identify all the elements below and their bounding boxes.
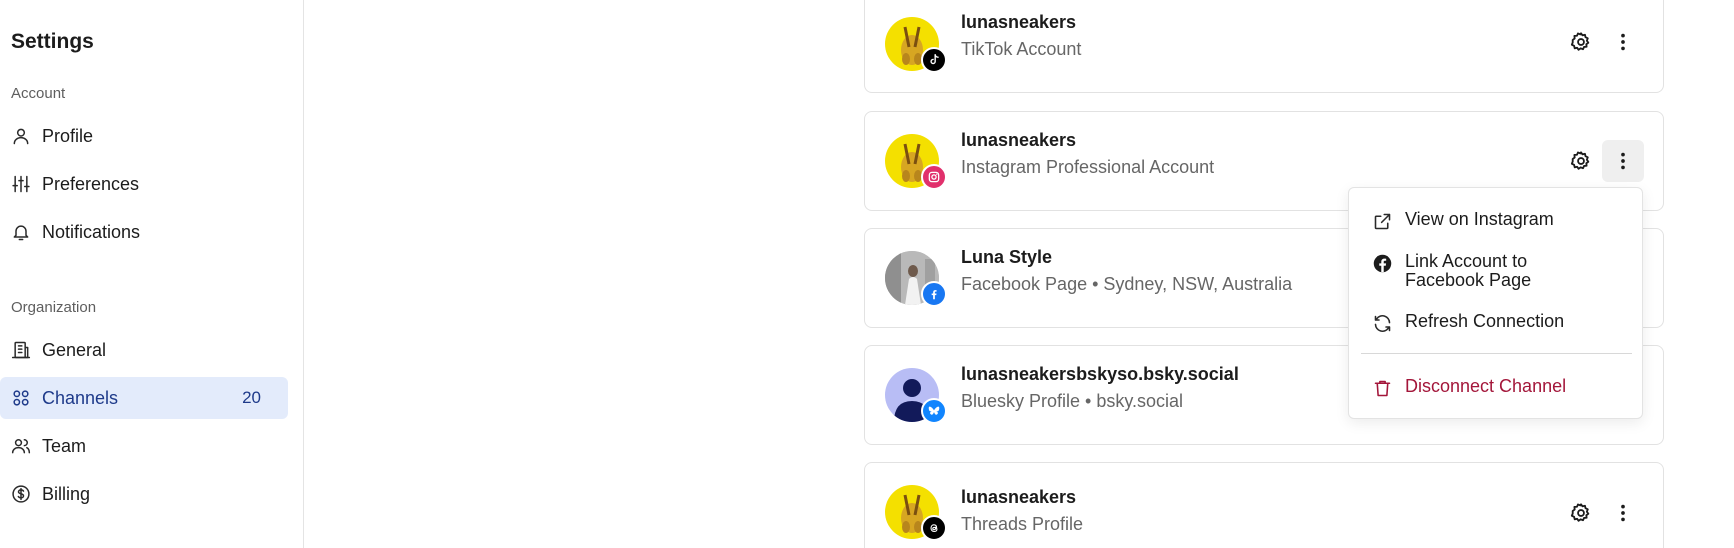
channel-name: lunasneakers [961, 487, 1077, 507]
menu-divider [1361, 353, 1632, 354]
section-label-account: Account [11, 85, 66, 102]
channel-actions-menu: View on Instagram Link Account to Facebo… [1348, 187, 1643, 419]
gear-icon [1570, 151, 1590, 170]
more-vertical-icon [1621, 152, 1625, 170]
sidebar-item-label: General [42, 339, 107, 360]
sliders-icon [11, 174, 31, 194]
channel-more-button[interactable] [1602, 21, 1644, 63]
dollar-circle-icon [11, 484, 31, 504]
gear-icon [1570, 32, 1590, 51]
gear-icon [1570, 503, 1590, 522]
menu-item-label: Link Account to Facebook Page [1405, 251, 1532, 290]
users-icon [11, 436, 31, 456]
sidebar-title: Settings [11, 30, 94, 53]
settings-sidebar: Settings Account Profile Preferences Not… [0, 0, 304, 548]
facebook-icon [1371, 252, 1393, 274]
sidebar-item-label: Billing [42, 483, 91, 504]
instagram-icon [921, 164, 947, 190]
channel-more-button[interactable] [1602, 492, 1644, 534]
channel-card-tiktok: lunasneakers TikTok Account [864, 0, 1664, 93]
grid-icon [11, 388, 31, 408]
sidebar-item-team[interactable]: Team [0, 425, 288, 467]
channel-name: lunasneakersbskyso.bsky.social [961, 364, 1239, 384]
channel-more-button[interactable] [1602, 140, 1644, 182]
channel-subtitle: Bluesky Profile • bsky.social [961, 391, 1184, 411]
avatar [885, 368, 947, 424]
building-icon [11, 340, 31, 360]
avatar [885, 485, 947, 541]
tiktok-icon [921, 47, 947, 73]
sidebar-item-channels[interactable]: Channels 20 [0, 377, 288, 419]
channel-name: Luna Style [961, 247, 1053, 267]
menu-item-disconnect-channel[interactable]: Disconnect Channel [1349, 377, 1644, 399]
sidebar-item-billing[interactable]: Billing [0, 473, 288, 515]
sidebar-item-label: Preferences [42, 173, 140, 194]
avatar [885, 134, 947, 190]
sidebar-item-profile[interactable]: Profile [0, 115, 288, 157]
more-vertical-icon [1621, 504, 1625, 522]
sidebar-item-general[interactable]: General [0, 329, 288, 371]
channel-name: lunasneakers [961, 12, 1077, 32]
channel-settings-button[interactable] [1560, 140, 1602, 182]
facebook-icon [921, 281, 947, 307]
avatar [885, 251, 947, 307]
refresh-icon [1371, 312, 1393, 334]
channel-subtitle: Facebook Page • Sydney, NSW, Australia [961, 274, 1293, 294]
avatar [885, 17, 947, 73]
sidebar-item-label: Notifications [42, 221, 141, 242]
sidebar-item-notifications[interactable]: Notifications [0, 211, 288, 253]
menu-item-refresh-connection[interactable]: Refresh Connection [1349, 312, 1644, 334]
menu-item-label: Disconnect Channel [1405, 376, 1567, 396]
channel-subtitle: Instagram Professional Account [961, 157, 1215, 177]
sidebar-item-label: Profile [42, 125, 94, 146]
channel-settings-button[interactable] [1560, 21, 1602, 63]
sidebar-item-label: Team [42, 435, 87, 456]
channel-subtitle: TikTok Account [961, 39, 1082, 59]
menu-item-link-facebook-page[interactable]: Link Account to Facebook Page [1349, 252, 1644, 290]
channels-count-badge: 20 [242, 388, 261, 407]
external-link-icon [1371, 210, 1393, 232]
channel-card-threads: lunasneakers Threads Profile [864, 462, 1664, 548]
threads-icon [921, 515, 947, 541]
channel-settings-button[interactable] [1560, 492, 1602, 534]
sidebar-item-preferences[interactable]: Preferences [0, 163, 288, 205]
trash-icon [1371, 377, 1393, 399]
channel-subtitle: Threads Profile [961, 514, 1084, 534]
menu-item-view-on-instagram[interactable]: View on Instagram [1349, 210, 1644, 232]
butterfly-icon [921, 398, 947, 424]
bell-icon [11, 222, 31, 242]
section-label-organization: Organization [11, 299, 97, 316]
user-icon [11, 126, 31, 146]
channel-name: lunasneakers [961, 130, 1077, 150]
menu-item-label: View on Instagram [1405, 209, 1554, 229]
more-vertical-icon [1621, 33, 1625, 51]
menu-item-label: Refresh Connection [1405, 311, 1565, 331]
sidebar-item-label: Channels [42, 387, 119, 408]
